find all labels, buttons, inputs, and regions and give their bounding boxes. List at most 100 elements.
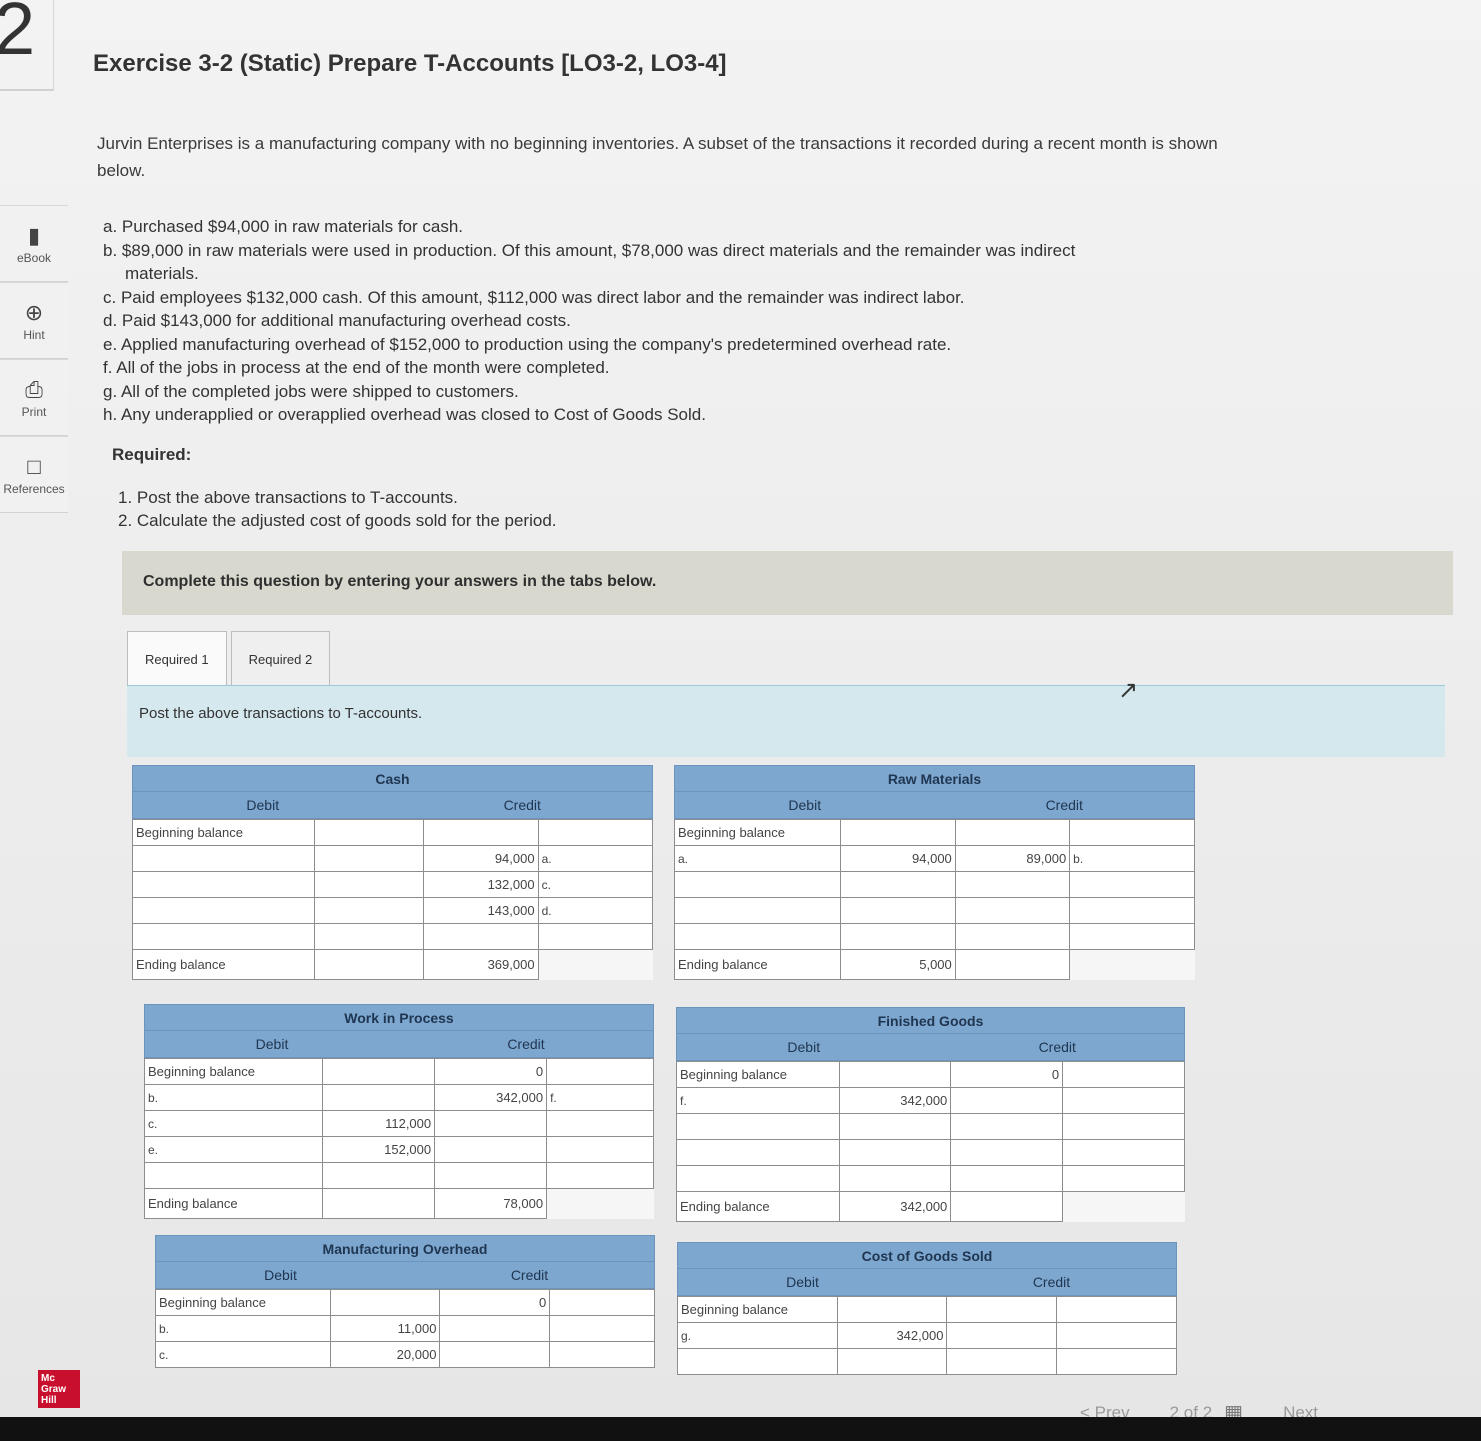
credit-amount-input[interactable] bbox=[439, 1315, 551, 1342]
debit-amount-input[interactable] bbox=[840, 923, 956, 950]
credit-ref-input[interactable] bbox=[1056, 1296, 1177, 1323]
debit-ref-input[interactable] bbox=[132, 923, 315, 950]
credit-amount-input[interactable] bbox=[954, 923, 1071, 950]
debit-amount-input[interactable] bbox=[840, 871, 956, 898]
debit-amount-input[interactable] bbox=[840, 897, 956, 924]
debit-amount-input[interactable] bbox=[838, 1113, 952, 1140]
credit-amount-input[interactable] bbox=[954, 819, 1071, 846]
credit-ref-input[interactable] bbox=[1062, 1113, 1185, 1140]
credit-amount-input[interactable] bbox=[439, 1341, 551, 1368]
credit-amount-input[interactable]: 0 bbox=[950, 1061, 1064, 1088]
credit-ref-input[interactable] bbox=[546, 1136, 654, 1163]
credit-amount-input[interactable]: 89,000 bbox=[954, 845, 1071, 872]
credit-amount-input[interactable] bbox=[950, 1165, 1064, 1192]
credit-ref-input[interactable]: f. bbox=[546, 1084, 654, 1111]
credit-amount-input[interactable] bbox=[423, 819, 539, 846]
credit-amount-input[interactable] bbox=[434, 1162, 548, 1189]
credit-amount-input[interactable]: 143,000 bbox=[423, 897, 539, 924]
credit-amount-input[interactable] bbox=[954, 871, 1071, 898]
debit-ref-input[interactable] bbox=[673, 897, 842, 924]
debit-ref-input[interactable]: g. bbox=[677, 1322, 838, 1349]
debit-ref-input[interactable] bbox=[132, 897, 315, 924]
ending-credit-input[interactable]: 78,000 bbox=[434, 1188, 548, 1219]
debit-ref-input[interactable]: b. bbox=[155, 1315, 331, 1342]
credit-ref-input[interactable] bbox=[1062, 1087, 1185, 1114]
debit-ref-input[interactable]: b. bbox=[143, 1084, 324, 1111]
credit-amount-input[interactable] bbox=[950, 1087, 1064, 1114]
debit-amount-input[interactable]: 20,000 bbox=[329, 1341, 441, 1368]
ending-debit-input[interactable] bbox=[322, 1188, 436, 1219]
debit-ref-input[interactable]: a. bbox=[673, 845, 842, 872]
credit-ref-input[interactable] bbox=[546, 1110, 654, 1137]
debit-amount-input[interactable]: 152,000 bbox=[322, 1136, 436, 1163]
credit-ref-input[interactable] bbox=[1069, 871, 1195, 898]
debit-ref-input[interactable] bbox=[673, 923, 842, 950]
debit-amount-input[interactable]: 11,000 bbox=[329, 1315, 441, 1342]
tab-required-1[interactable]: Required 1 bbox=[127, 631, 227, 689]
credit-ref-input[interactable] bbox=[537, 923, 654, 950]
credit-ref-input[interactable] bbox=[1062, 1139, 1185, 1166]
ending-credit-input[interactable] bbox=[954, 949, 1071, 980]
debit-ref-input[interactable] bbox=[673, 871, 842, 898]
debit-amount-input[interactable]: 94,000 bbox=[840, 845, 956, 872]
credit-amount-input[interactable] bbox=[954, 897, 1071, 924]
credit-amount-input[interactable] bbox=[950, 1139, 1064, 1166]
credit-amount-input[interactable]: 0 bbox=[434, 1058, 548, 1085]
credit-amount-input[interactable] bbox=[434, 1136, 548, 1163]
credit-amount-input[interactable] bbox=[950, 1113, 1064, 1140]
credit-ref-input[interactable]: d. bbox=[537, 897, 654, 924]
credit-ref-input[interactable] bbox=[546, 1058, 654, 1085]
credit-ref-input[interactable] bbox=[537, 819, 654, 846]
debit-ref-input[interactable] bbox=[676, 1139, 840, 1166]
credit-ref-input[interactable] bbox=[1069, 923, 1195, 950]
debit-amount-input[interactable]: 342,000 bbox=[838, 1087, 952, 1114]
debit-ref-input[interactable]: f. bbox=[676, 1087, 840, 1114]
ending-credit-input[interactable] bbox=[950, 1191, 1064, 1222]
credit-ref-input[interactable] bbox=[549, 1289, 655, 1316]
debit-amount-input[interactable] bbox=[313, 819, 425, 846]
debit-amount-input[interactable] bbox=[840, 819, 956, 846]
credit-amount-input[interactable] bbox=[946, 1296, 1058, 1323]
debit-ref-input[interactable]: e. bbox=[143, 1136, 324, 1163]
credit-ref-input[interactable] bbox=[1069, 819, 1195, 846]
debit-amount-input[interactable] bbox=[313, 897, 425, 924]
credit-ref-input[interactable] bbox=[549, 1315, 655, 1342]
ending-debit-input[interactable]: 342,000 bbox=[838, 1191, 952, 1222]
credit-ref-input[interactable]: a. bbox=[537, 845, 654, 872]
debit-amount-input[interactable] bbox=[322, 1084, 436, 1111]
credit-amount-input[interactable]: 342,000 bbox=[434, 1084, 548, 1111]
credit-amount-input[interactable] bbox=[434, 1110, 548, 1137]
debit-amount-input[interactable] bbox=[313, 871, 425, 898]
credit-amount-input[interactable] bbox=[423, 923, 539, 950]
debit-amount-input[interactable] bbox=[838, 1165, 952, 1192]
debit-ref-input[interactable]: c. bbox=[155, 1341, 331, 1368]
credit-amount-input[interactable]: 94,000 bbox=[423, 845, 539, 872]
rail-ebook[interactable]: ▮ eBook bbox=[0, 205, 68, 282]
credit-amount-input[interactable] bbox=[946, 1322, 1058, 1349]
credit-ref-input[interactable] bbox=[549, 1341, 655, 1368]
debit-amount-input[interactable] bbox=[838, 1061, 952, 1088]
rail-references[interactable]: □ References bbox=[0, 436, 68, 513]
debit-ref-input[interactable] bbox=[676, 1113, 840, 1140]
debit-amount-input[interactable]: 112,000 bbox=[322, 1110, 436, 1137]
debit-ref-input[interactable]: c. bbox=[143, 1110, 324, 1137]
ending-credit-input[interactable]: 369,000 bbox=[423, 949, 539, 980]
credit-ref-input[interactable] bbox=[1062, 1165, 1185, 1192]
credit-ref-input[interactable] bbox=[1056, 1322, 1177, 1349]
credit-ref-input[interactable]: c. bbox=[537, 871, 654, 898]
debit-amount-input[interactable] bbox=[322, 1058, 436, 1085]
rail-hint[interactable]: ⊕ Hint bbox=[0, 282, 68, 359]
debit-amount-input[interactable] bbox=[329, 1289, 441, 1316]
debit-amount-input[interactable] bbox=[322, 1162, 436, 1189]
debit-ref-input[interactable] bbox=[143, 1162, 324, 1189]
debit-amount-input[interactable] bbox=[313, 923, 425, 950]
credit-amount-input[interactable]: 132,000 bbox=[423, 871, 539, 898]
ending-debit-input[interactable]: 5,000 bbox=[840, 949, 956, 980]
credit-amount-input[interactable]: 0 bbox=[439, 1289, 551, 1316]
credit-ref-input[interactable] bbox=[1069, 897, 1195, 924]
rail-print[interactable]: ⎙ Print bbox=[0, 359, 68, 436]
credit-ref-input[interactable]: b. bbox=[1069, 845, 1195, 872]
debit-ref-input[interactable] bbox=[132, 871, 315, 898]
debit-ref-input[interactable] bbox=[676, 1165, 840, 1192]
credit-ref-input[interactable] bbox=[1062, 1061, 1185, 1088]
